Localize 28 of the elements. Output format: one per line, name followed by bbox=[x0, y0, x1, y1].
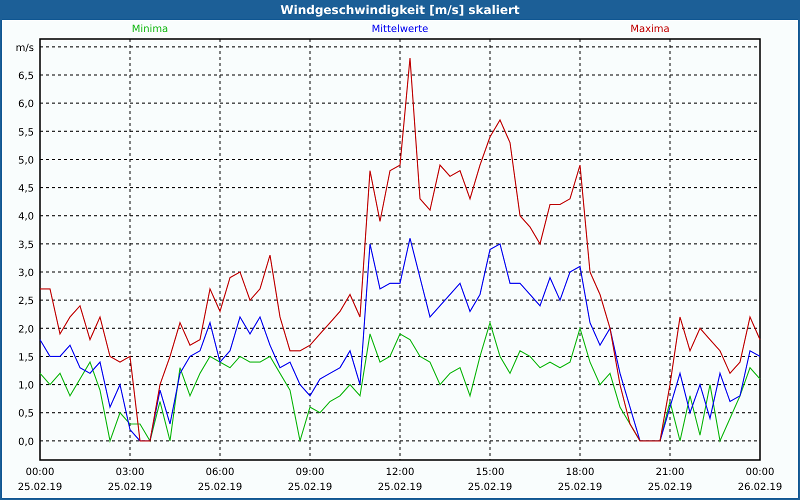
y-tick-label: 1,0 bbox=[18, 380, 34, 392]
x-tick-label: 06:00 25.02.19 bbox=[198, 467, 242, 493]
y-tick-label: 4,5 bbox=[18, 184, 34, 195]
y-tick-label: 4,0 bbox=[18, 212, 34, 223]
y-tick-label: 3,5 bbox=[18, 240, 34, 251]
x-tick-label: 21:00 25.02.19 bbox=[648, 467, 692, 493]
x-tick-label: 12:00 25.02.19 bbox=[378, 467, 422, 493]
y-tick-label: 5,5 bbox=[18, 127, 34, 138]
legend-label: Mittelwerte bbox=[372, 24, 428, 35]
x-tick-label: 09:00 25.02.19 bbox=[288, 467, 332, 493]
x-tick-label: 00:00 26.02.19 bbox=[738, 467, 782, 493]
y-tick-label: 5,0 bbox=[18, 155, 34, 166]
y-tick-label: m/s bbox=[16, 42, 34, 54]
legend-label: Minima bbox=[132, 24, 168, 35]
x-tick-label: 03:00 25.02.19 bbox=[108, 467, 152, 493]
x-tick-label: 18:00 25.02.19 bbox=[558, 467, 602, 493]
legend-label: Maxima bbox=[630, 24, 670, 35]
y-tick-label: 6,0 bbox=[18, 99, 34, 110]
y-tick-label: 2,0 bbox=[18, 324, 34, 336]
y-tick-label: 2,5 bbox=[18, 296, 34, 308]
y-tick-label: 3,0 bbox=[18, 268, 34, 280]
window-title: Windgeschwindigkeit [m/s] skaliert bbox=[279, 2, 521, 19]
y-tick-label: 0,0 bbox=[18, 436, 34, 448]
x-tick-label: 15:00 25.02.19 bbox=[468, 467, 512, 493]
y-tick-label: 0,5 bbox=[18, 408, 34, 420]
x-tick-label: 00:00 25.02.19 bbox=[18, 467, 62, 493]
y-tick-label: 6,5 bbox=[18, 71, 34, 82]
y-tick-label: 1,5 bbox=[18, 352, 34, 364]
